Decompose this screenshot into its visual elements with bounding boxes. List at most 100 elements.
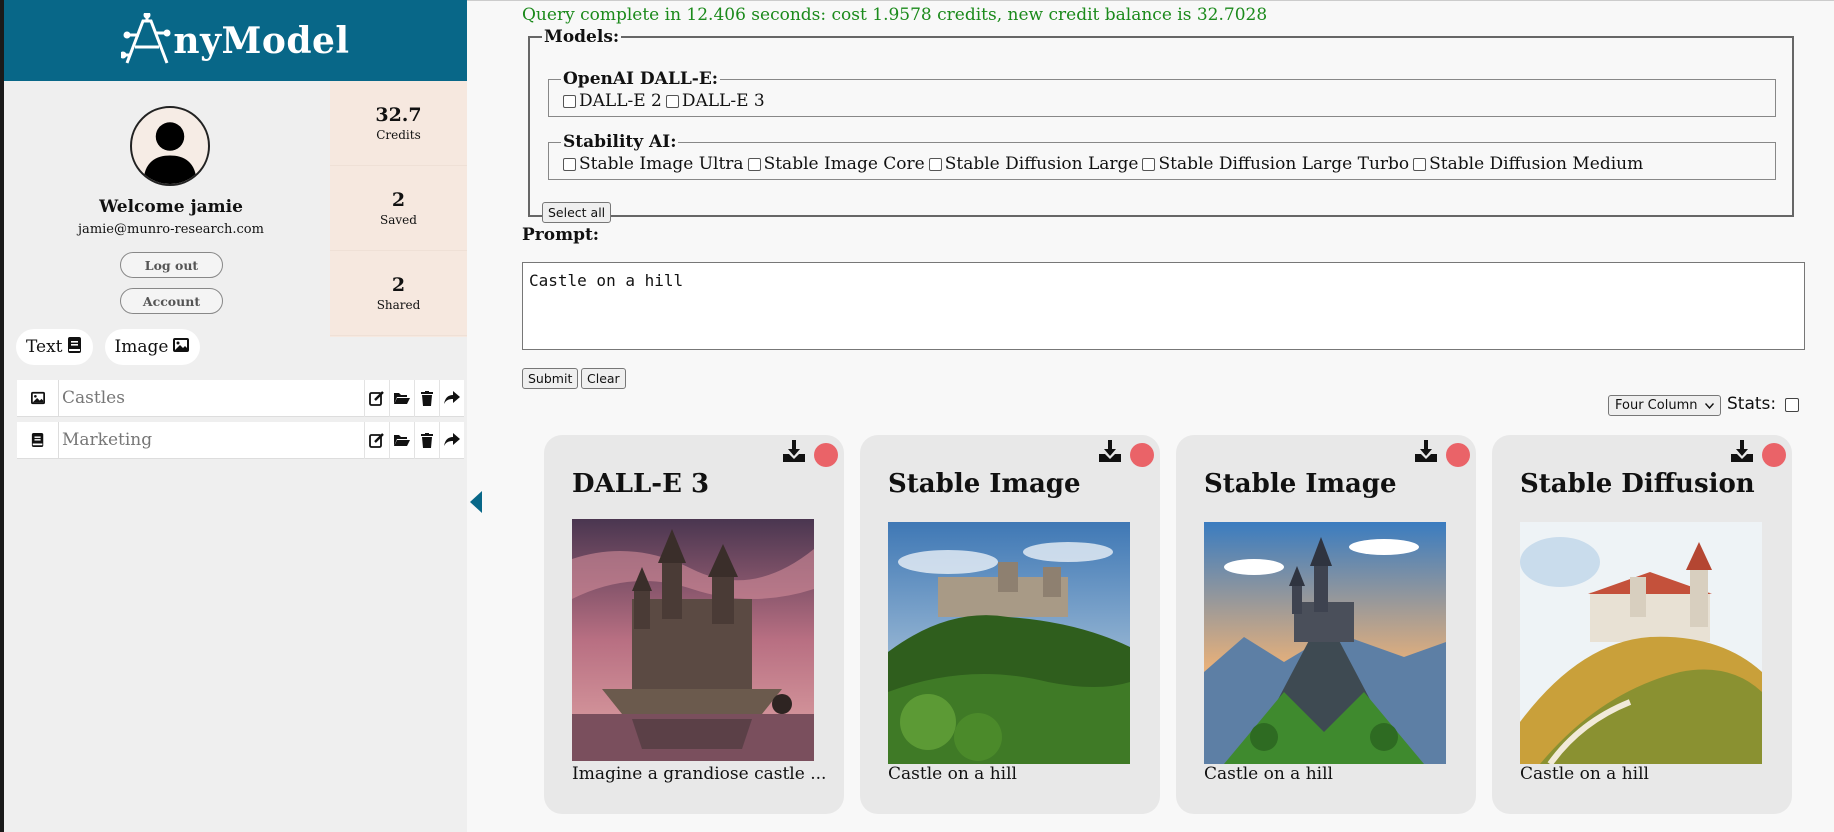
select-all-button[interactable]: Select all <box>542 202 612 223</box>
share-icon[interactable] <box>439 379 464 417</box>
stat-shared: 2 Shared <box>330 251 467 336</box>
stat-saved: 2 Saved <box>330 166 467 251</box>
stat-value: 32.7 <box>375 104 422 126</box>
prompt-label: Prompt: <box>522 225 600 245</box>
stats-toggle-label: Stats: <box>1727 394 1777 414</box>
folder-name[interactable]: Marketing <box>59 430 364 450</box>
model-option-stable-image-ultra[interactable]: Stable Image Ultra <box>563 154 744 174</box>
collapse-sidebar-icon[interactable] <box>470 491 482 517</box>
result-card: Stable Image Castle on a hill <box>1176 435 1476 814</box>
model-option-dall-e-2[interactable]: DALL-E 2 <box>563 91 662 111</box>
close-icon[interactable] <box>814 443 838 467</box>
clear-button[interactable]: Clear <box>581 368 626 389</box>
stat-label: Saved <box>380 213 417 227</box>
group-legend: OpenAI DALL-E: <box>563 69 719 89</box>
image-icon <box>17 379 59 417</box>
model-option-stable-image-core[interactable]: Stable Image Core <box>747 154 925 174</box>
option-label: Stable Diffusion Medium <box>1429 154 1644 174</box>
card-title: Stable Image <box>1204 469 1397 499</box>
welcome-text: Welcome jamie <box>99 197 243 217</box>
download-icon[interactable] <box>1730 439 1754 467</box>
card-caption: Castle on a hill <box>1520 764 1649 784</box>
option-label: DALL-E 2 <box>579 91 662 111</box>
close-icon[interactable] <box>1762 443 1786 467</box>
card-title: Stable Image <box>888 469 1081 499</box>
openai-group: OpenAI DALL-E: DALL-E 2 DALL-E 3 <box>548 69 1776 117</box>
card-caption: Castle on a hill <box>1204 764 1333 784</box>
close-icon[interactable] <box>1446 443 1470 467</box>
models-fieldset: Models: OpenAI DALL-E: DALL-E 2 DALL-E 3… <box>528 27 1794 223</box>
card-title: DALL-E 3 <box>572 469 710 499</box>
status-message: Query complete in 12.406 seconds: cost 1… <box>522 5 1268 25</box>
prompt-input[interactable]: Castle on a hill <box>522 262 1805 350</box>
result-image[interactable] <box>1204 522 1446 764</box>
results-grid: DALL-E 3 Imagine a grandiose castle ... … <box>544 435 1792 814</box>
tab-text[interactable]: Text <box>16 329 93 365</box>
result-card: Stable Diffusion Castle on a hill <box>1492 435 1792 814</box>
image-icon <box>172 337 190 358</box>
model-option-stable-diffusion-large-turbo[interactable]: Stable Diffusion Large Turbo <box>1142 154 1409 174</box>
stat-label: Credits <box>376 128 421 142</box>
avatar[interactable] <box>130 106 210 186</box>
edit-icon[interactable] <box>364 421 389 459</box>
stability-group: Stability AI: Stable Image Ultra Stable … <box>548 132 1776 180</box>
layout-select[interactable]: Four Column <box>1608 395 1721 416</box>
checkbox[interactable] <box>563 157 576 171</box>
book-icon <box>17 421 59 459</box>
card-caption: Imagine a grandiose castle ... <box>572 764 827 784</box>
folder-name[interactable]: Castles <box>59 388 364 408</box>
list-item-castles[interactable]: Castles <box>17 379 464 417</box>
tab-image[interactable]: Image <box>104 329 201 365</box>
result-image[interactable] <box>1520 522 1762 764</box>
layout-value: Four Column <box>1615 398 1698 413</box>
top-divider <box>467 0 1834 4</box>
checkbox[interactable] <box>1142 157 1156 171</box>
model-option-stable-diffusion-medium[interactable]: Stable Diffusion Medium <box>1413 154 1643 174</box>
checkbox[interactable] <box>928 157 942 171</box>
download-icon[interactable] <box>1098 439 1122 467</box>
logout-button[interactable]: Log out <box>120 252 223 278</box>
checkbox[interactable] <box>665 94 679 108</box>
result-card: Stable Image Castle on a hill <box>860 435 1160 814</box>
tab-label: Image <box>114 337 169 357</box>
app-logo[interactable]: nyModel <box>121 12 350 69</box>
share-icon[interactable] <box>439 421 464 459</box>
result-image[interactable] <box>572 519 814 761</box>
result-image[interactable] <box>888 522 1130 764</box>
option-label: Stable Diffusion Large Turbo <box>1158 154 1410 174</box>
checkbox[interactable] <box>747 157 761 171</box>
mode-tabs: Text Image <box>16 329 201 365</box>
checkbox[interactable] <box>563 94 576 108</box>
models-legend: Models: <box>544 27 620 47</box>
account-button[interactable]: Account <box>120 288 223 314</box>
logo-a-circuit-icon <box>121 12 173 69</box>
download-icon[interactable] <box>782 439 806 467</box>
brand-name: nyModel <box>173 19 350 62</box>
chevron-down-icon <box>1704 398 1715 413</box>
stat-label: Shared <box>376 298 421 312</box>
option-label: Stable Image Ultra <box>579 154 744 174</box>
folder-open-icon[interactable] <box>389 379 414 417</box>
close-icon[interactable] <box>1130 443 1154 467</box>
trash-icon[interactable] <box>414 421 439 459</box>
edit-icon[interactable] <box>364 379 389 417</box>
card-title: Stable Diffusion <box>1520 469 1755 499</box>
model-option-dall-e-3[interactable]: DALL-E 3 <box>665 91 765 111</box>
book-icon <box>67 336 83 359</box>
stat-value: 2 <box>391 274 406 296</box>
user-profile: Welcome jamie jamie@munro-research.com L… <box>4 81 330 337</box>
model-option-stable-diffusion-large[interactable]: Stable Diffusion Large <box>928 154 1139 174</box>
submit-button[interactable]: Submit <box>522 368 579 389</box>
list-item-marketing[interactable]: Marketing <box>17 421 464 459</box>
stats-checkbox[interactable] <box>1785 398 1799 412</box>
stat-value: 2 <box>391 189 406 211</box>
checkbox[interactable] <box>1413 157 1427 171</box>
brand-header: nyModel <box>4 0 467 81</box>
folder-list: Castles Marketing <box>17 379 464 464</box>
download-icon[interactable] <box>1414 439 1438 467</box>
option-label: Stable Diffusion Large <box>944 154 1139 174</box>
trash-icon[interactable] <box>414 379 439 417</box>
stat-credits: 32.7 Credits <box>330 81 467 166</box>
folder-open-icon[interactable] <box>389 421 414 459</box>
stats-panel: 32.7 Credits 2 Saved 2 Shared <box>330 81 467 337</box>
